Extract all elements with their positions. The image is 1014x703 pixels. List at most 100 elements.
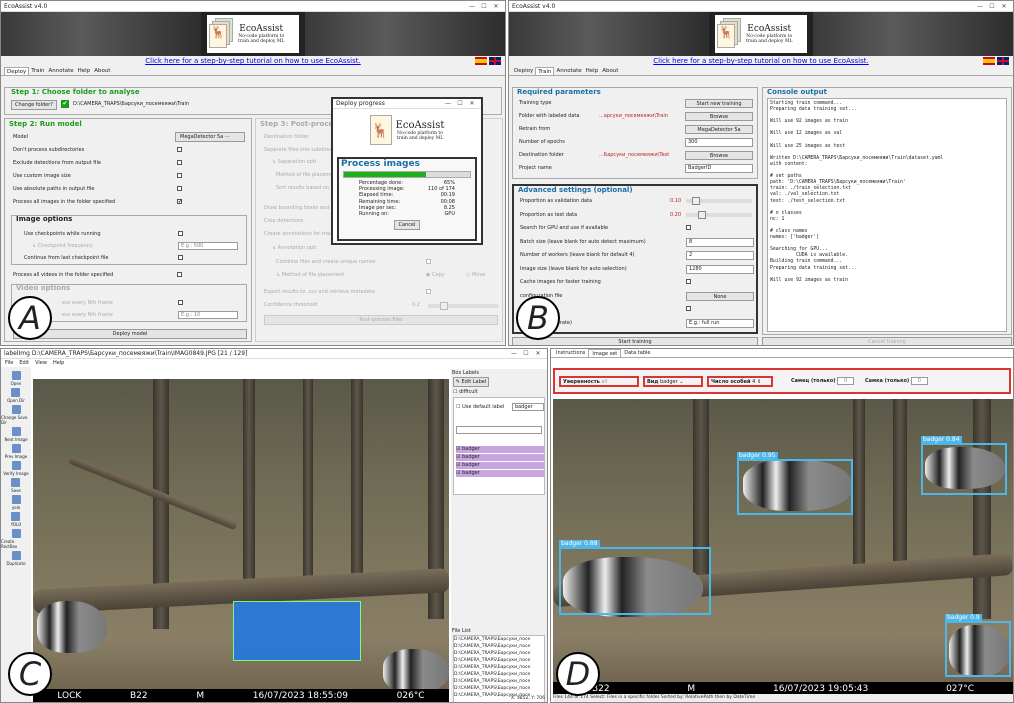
- label-dropdown[interactable]: [456, 426, 542, 434]
- label-item[interactable]: ☑ badger: [456, 462, 544, 469]
- tab-train[interactable]: Train: [29, 67, 46, 75]
- uk-flag-icon[interactable]: [997, 57, 1009, 65]
- file-list-item[interactable]: D:\CAMERA_TRAPS\Барсуки_посе: [454, 685, 544, 692]
- tab-about[interactable]: About: [600, 67, 620, 75]
- checkbox[interactable]: [177, 147, 182, 152]
- cancel-training-button[interactable]: Cancel training: [762, 337, 1012, 345]
- detection-box[interactable]: badger 0.9: [945, 614, 1011, 677]
- nth-frame-input[interactable]: E.g.: 10: [178, 311, 238, 319]
- annotation-image[interactable]: LOCK B22 M 16/07/2023 18:55:09 026°C: [33, 379, 449, 702]
- checkbox[interactable]: [177, 272, 182, 277]
- file-list-item[interactable]: D:\CAMERA_TRAPS\Барсуки_посе: [454, 671, 544, 678]
- tool-yolo[interactable]: YOLO: [11, 512, 21, 527]
- setting-input[interactable]: E.g.: full run: [686, 318, 754, 328]
- checkbox[interactable]: [178, 231, 183, 236]
- checkpoint-frequency-input[interactable]: E.g.: 500: [178, 242, 238, 250]
- close-icon[interactable]: ✕: [466, 100, 478, 107]
- spanish-flag-icon[interactable]: [475, 57, 487, 65]
- uk-flag-icon[interactable]: [489, 57, 501, 65]
- label-item[interactable]: ☑ badger: [456, 454, 544, 461]
- proportion-slider[interactable]: [686, 210, 752, 219]
- tab-help[interactable]: Help: [584, 67, 601, 75]
- detection-box[interactable]: badger 0.95: [737, 452, 853, 515]
- tutorial-link[interactable]: Click here for a step-by-step tutorial o…: [509, 56, 1013, 67]
- file-list-item[interactable]: D:\CAMERA_TRAPS\Барсуки_посе: [454, 664, 544, 671]
- param-button[interactable]: Start new training: [685, 99, 753, 108]
- checkbox[interactable]: [686, 225, 691, 230]
- checkbox[interactable]: [426, 289, 431, 294]
- setting-button[interactable]: None: [686, 291, 754, 301]
- file-list-item[interactable]: D:\CAMERA_TRAPS\Барсуки_посе: [454, 678, 544, 685]
- tab-instructions[interactable]: Instructions: [553, 349, 588, 357]
- checkbox-checked[interactable]: ✔: [177, 199, 182, 205]
- label-item[interactable]: ☑ badger: [456, 470, 544, 477]
- checkbox[interactable]: [178, 300, 183, 305]
- tool-yolo[interactable]: yolo: [11, 495, 21, 510]
- model-select[interactable]: MegaDetector 5a ⋯: [175, 132, 245, 142]
- checkbox[interactable]: [178, 255, 183, 260]
- param-input[interactable]: 300: [685, 138, 753, 147]
- postprocess-button[interactable]: Post-process files: [264, 315, 498, 325]
- default-label-select[interactable]: badger: [512, 403, 544, 411]
- checkbox[interactable]: [686, 279, 691, 284]
- tool-open-dir[interactable]: Open Dir: [7, 388, 25, 403]
- file-list-item[interactable]: D:\CAMERA_TRAPS\Барсуки_посе: [454, 657, 544, 664]
- tab-deploy[interactable]: Deploy: [512, 67, 535, 75]
- tutorial-link[interactable]: Click here for a step-by-step tutorial o…: [1, 56, 505, 67]
- param-button[interactable]: MegaDetector 5a: [685, 125, 753, 134]
- maximize-icon[interactable]: ☐: [986, 3, 998, 10]
- female-field[interactable]: Самка (только) 0: [865, 377, 928, 385]
- close-icon[interactable]: ✕: [532, 350, 544, 357]
- checkbox[interactable]: [177, 186, 182, 191]
- file-list-item[interactable]: D:\CAMERA_TRAPS\Барсуки_посе: [454, 636, 544, 643]
- tool-next-image[interactable]: Next Image: [4, 427, 28, 442]
- tab-train[interactable]: Train: [535, 67, 555, 75]
- detection-box[interactable]: badger 0.88: [559, 540, 711, 615]
- maximize-icon[interactable]: ☐: [520, 350, 532, 357]
- tool-verify-image[interactable]: Verify Image: [3, 461, 29, 476]
- checkbox[interactable]: [686, 306, 691, 311]
- menu-help[interactable]: Help: [53, 359, 64, 367]
- confidence-slider[interactable]: [428, 302, 498, 310]
- change-folder-button[interactable]: Change folder?: [11, 100, 57, 110]
- start-training-button[interactable]: Start training: [512, 337, 758, 345]
- setting-input[interactable]: 1280: [686, 264, 754, 274]
- tab-data-table[interactable]: Data table: [621, 349, 653, 357]
- tool-open[interactable]: Open: [11, 371, 21, 386]
- tool-create-rectbox[interactable]: Create RectBox: [1, 529, 31, 549]
- close-icon[interactable]: ✕: [998, 3, 1010, 10]
- file-list-item[interactable]: D:\CAMERA_TRAPS\Барсуки_посе: [454, 643, 544, 650]
- tool-save[interactable]: Save: [11, 478, 21, 493]
- difficult-checkbox[interactable]: ☐ difficult: [453, 389, 545, 395]
- close-icon[interactable]: ✕: [490, 3, 502, 10]
- count-field[interactable]: Число особей 4 ⇕: [707, 376, 773, 387]
- minimize-icon[interactable]: —: [466, 3, 478, 10]
- tab-annotate[interactable]: Annotate: [46, 67, 75, 75]
- cancel-button[interactable]: Cancel: [394, 220, 420, 231]
- setting-input[interactable]: 2: [686, 251, 754, 260]
- maximize-icon[interactable]: ☐: [478, 3, 490, 10]
- menu-view[interactable]: View: [35, 359, 47, 367]
- checkbox[interactable]: [177, 160, 182, 165]
- proportion-slider[interactable]: [686, 197, 752, 205]
- copy-radio[interactable]: ◉ Copy: [426, 272, 445, 278]
- tool-duplicate[interactable]: Duplicate: [6, 551, 26, 566]
- species-field[interactable]: Вид badger ⌄: [643, 376, 703, 387]
- spanish-flag-icon[interactable]: [983, 57, 995, 65]
- minimize-icon[interactable]: —: [508, 350, 520, 357]
- edit-label-button[interactable]: ✎ Edit Label: [453, 377, 489, 387]
- tab-image-set[interactable]: Image set: [588, 349, 622, 357]
- checkbox[interactable]: [177, 173, 182, 178]
- tool-change-save-dir[interactable]: Change Save Dir: [1, 405, 31, 425]
- male-field[interactable]: Самец (только) 0: [791, 377, 855, 385]
- minimize-icon[interactable]: —: [974, 3, 986, 10]
- setting-input[interactable]: 8: [686, 237, 754, 247]
- param-button[interactable]: Browse: [685, 151, 753, 160]
- menu-edit[interactable]: Edit: [19, 359, 29, 367]
- detection-box[interactable]: badger 0.84: [921, 436, 1007, 495]
- tab-help[interactable]: Help: [76, 67, 93, 75]
- maximize-icon[interactable]: ☐: [454, 100, 466, 107]
- move-radio[interactable]: ○ Move: [466, 272, 485, 278]
- bounding-box-selected[interactable]: [233, 601, 361, 661]
- minimize-icon[interactable]: —: [442, 100, 454, 107]
